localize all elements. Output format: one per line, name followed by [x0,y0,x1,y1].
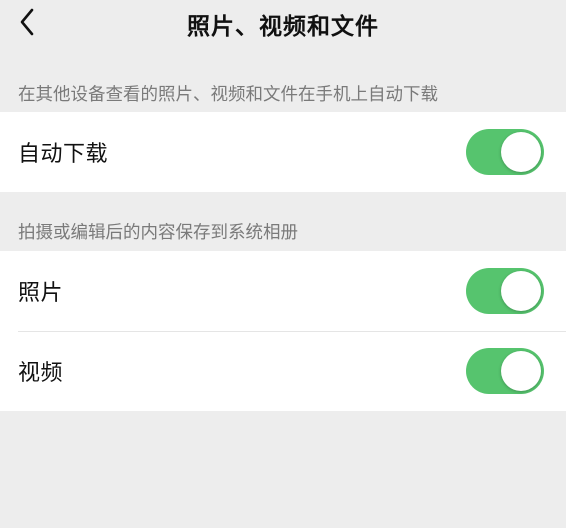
settings-group-save-to-album: 照片 视频 [0,251,566,411]
toggle-knob [501,351,541,391]
photos-toggle[interactable] [466,268,544,314]
setting-label-videos: 视频 [18,361,64,386]
section-header-auto-download: 在其他设备查看的照片、视频和文件在手机上自动下载 [18,85,438,105]
navigation-bar: 照片、视频和文件 [0,0,566,50]
toggle-knob [501,271,541,311]
section-header-save-to-album: 拍摄或编辑后的内容保存到系统相册 [18,223,298,243]
settings-group-auto-download: 自动下载 [0,112,566,192]
setting-row-photos: 照片 [0,251,566,331]
setting-row-auto-download: 自动下载 [0,112,566,192]
toggle-knob [501,132,541,172]
videos-toggle[interactable] [466,348,544,394]
page-title: 照片、视频和文件 [187,14,379,40]
setting-label-photos: 照片 [18,281,64,306]
setting-label-auto-download: 自动下载 [18,142,109,167]
setting-row-videos: 视频 [0,331,566,411]
auto-download-toggle[interactable] [466,129,544,175]
